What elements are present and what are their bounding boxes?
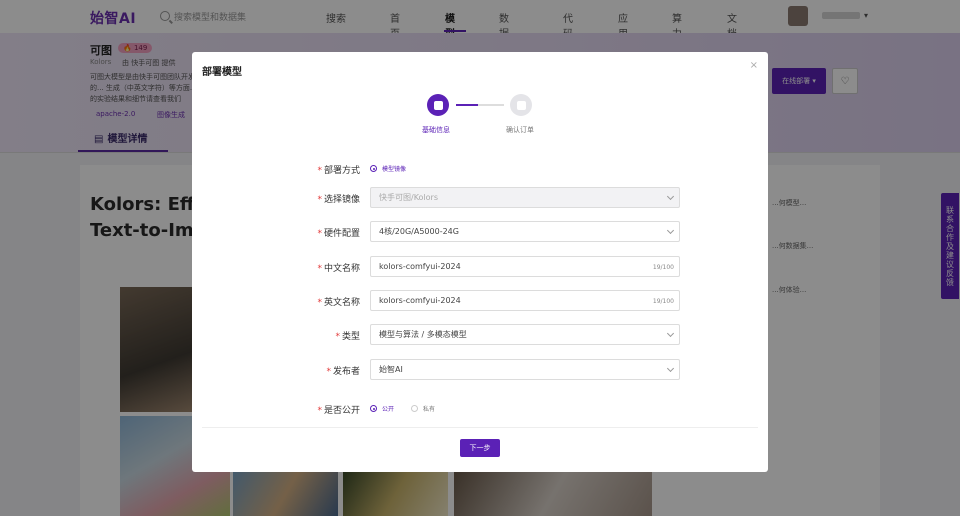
char-counter: 19/100 [652, 264, 674, 271]
radio-circle [370, 405, 377, 412]
radio-model-image[interactable]: 模型镜像 [370, 164, 406, 173]
image-select-value: 快手可图/Kolors [379, 193, 439, 202]
image-select[interactable]: 快手可图/Kolors [370, 187, 680, 208]
field-label: * 硬件配置 [317, 229, 360, 239]
form-row-publisher: * 发布者 始智AI [192, 359, 768, 381]
field-label: * 发布者 [326, 367, 360, 377]
step-2-indicator [510, 94, 532, 116]
chevron-down-icon [666, 192, 675, 201]
type-cascader[interactable]: 模型与算法 / 多模态模型 [370, 324, 680, 345]
field-label: * 中文名称 [317, 264, 360, 274]
radio-label: 模型镜像 [382, 166, 407, 173]
step-progress-line [456, 104, 478, 106]
en-name-value: kolors-comfyui-2024 [379, 296, 461, 305]
form-row-image: * 选择镜像 快手可图/Kolors [192, 187, 768, 209]
form-row-type: * 类型 模型与算法 / 多模态模型 [192, 324, 768, 346]
step-1-label: 基础信息 [422, 126, 450, 134]
field-label-text: 发布者 [332, 367, 360, 377]
field-label-text: 部署方式 [323, 166, 360, 176]
document-icon [433, 100, 443, 110]
hardware-select[interactable]: 4核/20G/A5000-24G [370, 221, 680, 242]
step-progress-line-remaining [478, 104, 504, 106]
next-step-button[interactable]: 下一步 [460, 439, 500, 457]
hardware-select-value: 4核/20G/A5000-24G [379, 227, 459, 236]
field-label: * 选择镜像 [317, 195, 360, 205]
char-counter: 19/100 [652, 298, 674, 305]
step-2-label: 确认订单 [506, 126, 534, 134]
en-name-input[interactable]: kolors-comfyui-2024 19/100 [370, 290, 680, 311]
field-label-text: 中文名称 [323, 264, 360, 274]
app-root: 始智AI 搜索模型和数据集 搜索 首页 模型 数据集 代码 应用 算力 文档 ▾… [0, 0, 960, 516]
publisher-value: 始智AI [379, 365, 403, 374]
field-label: * 类型 [335, 332, 360, 342]
radio-circle [411, 405, 418, 412]
field-label-text: 硬件配置 [323, 229, 360, 239]
radio-label: 私有 [423, 406, 436, 413]
publisher-select[interactable]: 始智AI [370, 359, 680, 380]
form-row-en-name: * 英文名称 kolors-comfyui-2024 19/100 [192, 290, 768, 312]
dialog-title: 部署模型 [202, 67, 242, 78]
cn-name-input[interactable]: kolors-comfyui-2024 19/100 [370, 256, 680, 277]
cn-name-value: kolors-comfyui-2024 [379, 262, 461, 271]
form-row-public: * 是否公开 公开 私有 [192, 398, 768, 420]
radio-public[interactable]: 公开 [370, 404, 394, 413]
field-label-text: 选择镜像 [323, 195, 360, 205]
chevron-down-icon [666, 226, 675, 235]
field-label-text: 英文名称 [323, 298, 360, 308]
step-1-indicator [427, 94, 449, 116]
chevron-down-icon [666, 364, 675, 373]
radio-circle [370, 165, 377, 172]
form-row-hardware: * 硬件配置 4核/20G/A5000-24G [192, 221, 768, 243]
field-label-text: 是否公开 [323, 406, 360, 416]
deploy-model-dialog: 部署模型 × 基础信息 确认订单 * 部署方式 模型镜像 * 选择镜像 快手可图/K… [192, 52, 768, 472]
type-value: 模型与算法 / 多模态模型 [379, 330, 467, 339]
form-row-deploy-mode: * 部署方式 模型镜像 [192, 158, 768, 180]
order-icon [516, 100, 526, 110]
footer-divider [202, 427, 758, 428]
close-icon[interactable]: × [750, 60, 758, 71]
field-label: * 部署方式 [317, 166, 360, 176]
field-label: * 是否公开 [317, 406, 360, 416]
form-row-cn-name: * 中文名称 kolors-comfyui-2024 19/100 [192, 256, 768, 278]
field-label-text: 类型 [341, 332, 360, 342]
radio-private[interactable]: 私有 [411, 404, 435, 413]
field-label: * 英文名称 [317, 298, 360, 308]
chevron-down-icon [666, 329, 675, 338]
radio-label: 公开 [382, 406, 395, 413]
